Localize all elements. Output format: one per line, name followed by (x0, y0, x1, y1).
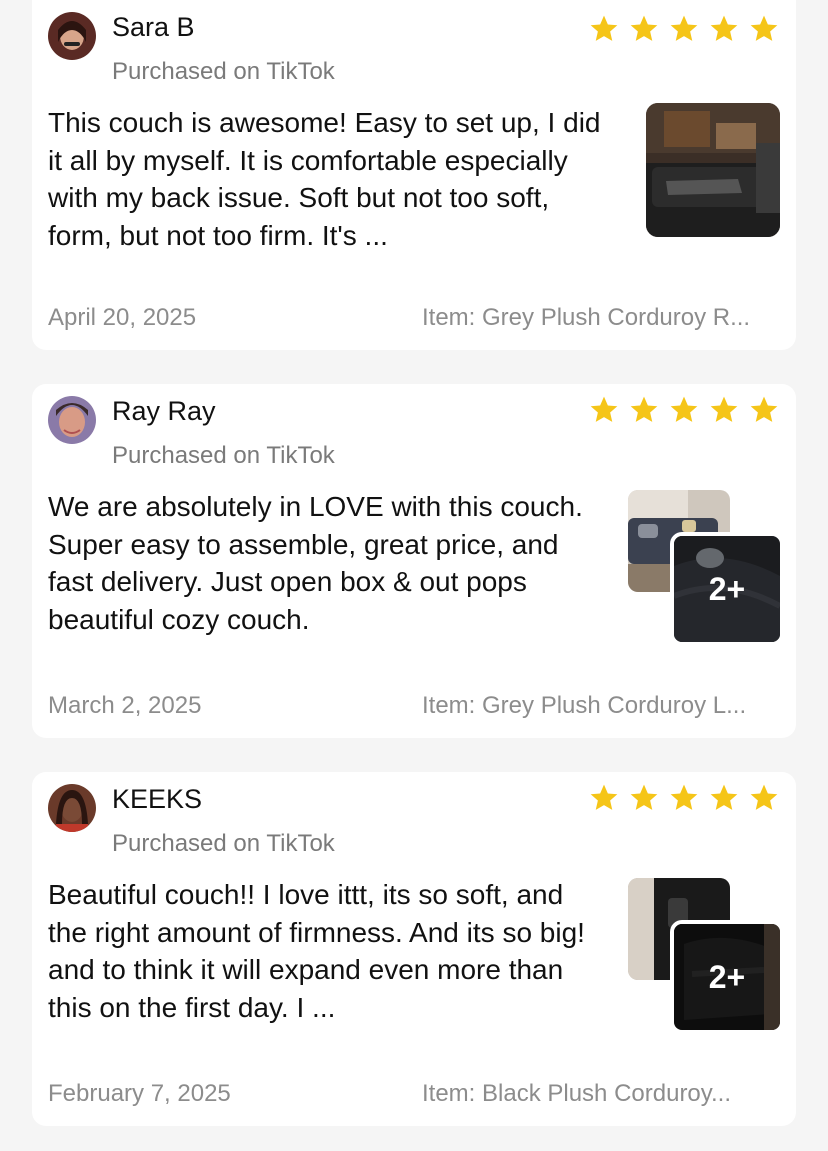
review-date: April 20, 2025 (48, 304, 197, 331)
more-photos-count: 2+ (674, 924, 780, 1030)
more-photos-count: 2+ (674, 536, 780, 642)
star-icon (590, 784, 618, 810)
user-avatar[interactable] (48, 396, 96, 444)
star-icon (670, 396, 698, 422)
reviewer-name: Ray Ray (112, 396, 216, 426)
reviewer-name: Sara B (112, 12, 195, 42)
star-icon (750, 15, 778, 41)
star-icon (710, 396, 738, 422)
review-text[interactable]: We are absolutely in LOVE with this couc… (48, 488, 608, 638)
star-icon (630, 784, 658, 810)
star-rating (588, 394, 780, 426)
purchased-item[interactable]: Item: Grey Plush Corduroy L... (422, 692, 780, 720)
star-icon (750, 784, 778, 810)
review-photo[interactable] (646, 103, 780, 237)
review-date: March 2, 2025 (48, 692, 202, 719)
review-photo-stack[interactable]: 2+ (628, 490, 784, 646)
star-icon (590, 396, 618, 422)
star-rating (588, 13, 780, 45)
star-icon (670, 15, 698, 41)
purchase-source: Purchased on TikTok (112, 830, 335, 857)
purchase-source: Purchased on TikTok (112, 442, 335, 469)
star-icon (710, 15, 738, 41)
star-icon (750, 396, 778, 422)
star-icon (630, 396, 658, 422)
purchased-item[interactable]: Item: Black Plush Corduroy... (422, 1080, 780, 1108)
reviewer-name: KEEKS (112, 784, 203, 814)
review-text[interactable]: This couch is awesome! Easy to set up, I… (48, 104, 608, 254)
review-photo[interactable]: 2+ (670, 532, 784, 646)
purchased-item[interactable]: Item: Grey Plush Corduroy R... (422, 304, 780, 332)
user-avatar[interactable] (48, 12, 96, 60)
review-date: February 7, 2025 (48, 1080, 231, 1107)
review-photo[interactable]: 2+ (670, 920, 784, 1034)
user-avatar[interactable] (48, 784, 96, 832)
star-rating (588, 782, 780, 814)
review-photo-stack[interactable]: 2+ (628, 878, 784, 1034)
star-icon (630, 15, 658, 41)
review-card[interactable]: Sara B Purchased on TikTok This couch is… (32, 0, 796, 350)
review-card[interactable]: KEEKS Purchased on TikTok Beautiful couc… (32, 772, 796, 1126)
star-icon (710, 784, 738, 810)
star-icon (590, 15, 618, 41)
review-text[interactable]: Beautiful couch!! I love ittt, its so so… (48, 876, 608, 1026)
star-icon (670, 784, 698, 810)
purchase-source: Purchased on TikTok (112, 58, 335, 85)
review-card[interactable]: Ray Ray Purchased on TikTok We are absol… (32, 384, 796, 738)
